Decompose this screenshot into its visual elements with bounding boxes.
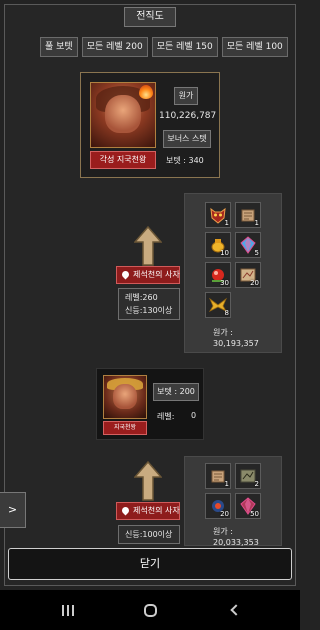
material-slot[interactable]: 8 [205,292,231,318]
filter-level-200-button[interactable]: 모든 레벨 200 [81,37,148,57]
materials-price-label: 원가 : [213,527,233,536]
material-slot[interactable]: 1 [205,202,231,228]
recents-icon[interactable] [62,605,74,616]
king-portrait[interactable] [103,375,147,419]
price-button[interactable]: 원가 [174,87,198,105]
base-level-value: 0 [191,411,197,420]
materials-price-value: 20,033,353 [213,538,259,547]
final-class-card: 각성 지국천왕 원가 110,226,787 보너스 스텟 보텟 : 340 [80,72,220,178]
filter-full-botet-button[interactable]: 풀 보텟 [40,37,78,57]
awakened-king-portrait[interactable] [90,82,156,148]
upgrade-arrow-icon [134,225,162,266]
base-level-label: 레벨: [157,412,175,421]
base-botet-value: 보텟 : 200 [153,383,199,401]
flame-icon [139,85,153,99]
materials-panel: 1 1 10 5 30 20 8 원가: 30,193,357 [184,193,282,353]
material-slot[interactable]: 20 [205,493,231,519]
filter-level-150-button[interactable]: 모든 레벨 150 [151,37,218,57]
requirement-rank: 신등:100이상 [125,530,173,539]
base-class-name-badge: 지국천왕 [103,421,147,435]
location-label: 제석천의 사자 [133,270,180,279]
location-pin-icon [120,269,131,280]
requirement-rank: 신등:130이상 [125,306,173,315]
materials-price-value: 30,193,357 [213,339,259,348]
base-class-card: 지국천왕 보텟 : 200 레벨: 0 [96,368,204,440]
material-slot[interactable]: 1 [205,463,231,489]
filter-level-100-button[interactable]: 모든 레벨 100 [221,37,288,57]
material-slot[interactable]: 20 [235,262,261,288]
back-icon[interactable] [230,604,242,616]
price-value: 110,226,787 [159,111,217,121]
material-slot[interactable]: 30 [205,262,231,288]
requirement-level: 레벨:260 [125,293,158,302]
requirement-box: 신등:100이상 [118,525,180,544]
material-slot[interactable]: 2 [235,463,261,489]
requirement-box: 레벨:260 신등:130이상 [118,288,180,320]
close-button[interactable]: 닫기 [8,548,292,580]
upgrade-arrow-icon [134,460,162,501]
location-pin-icon [120,505,131,516]
material-slot[interactable]: 50 [235,493,261,519]
home-icon[interactable] [144,604,157,617]
location-button[interactable]: 제석천의 사자 [116,266,180,284]
page-title: 전직도 [124,7,176,27]
material-slot[interactable]: 1 [235,202,261,228]
materials-price-label: 원가 : [213,328,233,337]
materials-panel: 1 2 20 50 원가 : 20,033,353 [184,456,282,547]
side-expand-tab[interactable]: > [0,492,26,528]
location-label: 제석천의 사자 [133,506,180,515]
location-button[interactable]: 제석천의 사자 [116,502,180,520]
system-nav-bar [0,590,300,630]
bonus-stat-button[interactable]: 보너스 스텟 [163,130,211,148]
material-slot[interactable]: 10 [205,232,231,258]
filter-row: 풀 보텟 모든 레벨 200 모든 레벨 150 모든 레벨 100 [40,37,288,57]
material-slot[interactable]: 5 [235,232,261,258]
class-name-badge: 각성 지국천왕 [90,151,156,169]
botet-value: 보텟 : 340 [166,156,204,165]
